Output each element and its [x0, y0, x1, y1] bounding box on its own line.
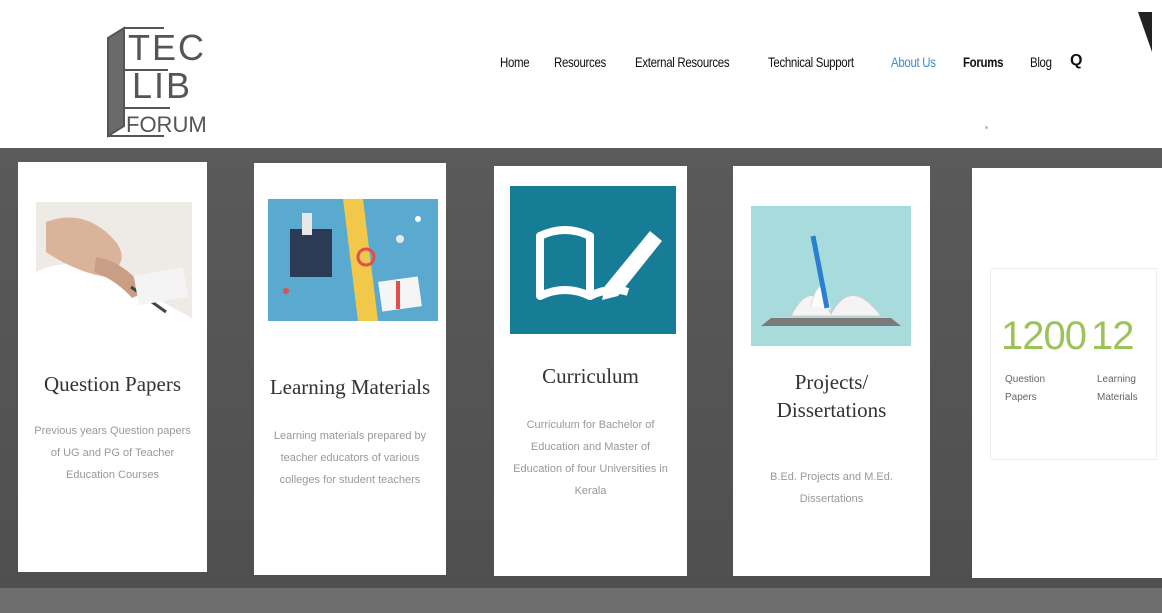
stat-question-papers-label: Question Papers — [1005, 371, 1045, 407]
logo-line-1: TEC — [128, 27, 206, 68]
question-papers-image — [36, 202, 192, 318]
desc-line: Learning materials prepared by — [273, 430, 427, 442]
site-logo[interactable]: TEC LIB FORUM — [104, 8, 214, 148]
desc-line: Education and Master of — [530, 441, 651, 453]
stat-learning-materials-count: 12 — [1091, 314, 1134, 358]
logo-line-3: FORUM — [126, 112, 207, 137]
card-projects-dissertations[interactable]: Projects/ Dissertations B.Ed. Projects a… — [733, 166, 930, 576]
scan-dot — [985, 126, 988, 129]
nav-external-resources[interactable]: External Resources — [635, 54, 730, 70]
card-title[interactable]: Question Papers — [18, 370, 207, 398]
book-stack-logo-icon: TEC LIB FORUM — [107, 26, 207, 138]
card-stats: 1200 12 Question Papers Learning Materia… — [972, 168, 1162, 578]
card-description: Learning materials prepared by teacher e… — [266, 425, 434, 491]
nav-resources[interactable]: Resources — [554, 54, 606, 70]
desc-line: Kerala — [574, 485, 607, 497]
search-icon[interactable]: Q — [1070, 52, 1082, 70]
curriculum-image — [510, 186, 676, 334]
card-description: Previous years Question papers of UG and… — [30, 420, 195, 486]
desc-line: Curriculum for Bachelor of — [526, 419, 655, 431]
projects-image — [751, 206, 911, 346]
card-curriculum[interactable]: Curriculum Curriculum for Bachelor of Ed… — [494, 166, 687, 576]
card-title[interactable]: Learning Materials — [254, 373, 446, 401]
stat-learning-materials-label: Learning Materials — [1097, 371, 1138, 407]
desc-line: Education Courses — [66, 469, 159, 481]
desc-line: B.Ed. Projects and M.Ed. — [770, 471, 893, 483]
nav-blog[interactable]: Blog — [1030, 54, 1052, 70]
stat-label-line: Papers — [1005, 392, 1037, 403]
nav-technical-support[interactable]: Technical Support — [768, 54, 854, 70]
content-band-bottom — [0, 588, 1162, 613]
site-header: TEC LIB FORUM Home Resources External Re… — [0, 0, 1162, 148]
nav-forums[interactable]: Forums — [963, 54, 1003, 70]
stat-label-line: Materials — [1097, 392, 1138, 403]
nav-home[interactable]: Home — [500, 54, 530, 70]
stat-question-papers-count: 1200 — [1001, 314, 1087, 358]
logo-line-2: LIB — [132, 65, 192, 106]
open-book-pencil-icon — [510, 186, 676, 334]
desc-line: of UG and PG of Teacher — [50, 447, 175, 459]
stats-box: 1200 12 Question Papers Learning Materia… — [990, 268, 1157, 460]
corner-triangle-icon — [1138, 12, 1152, 52]
card-title[interactable]: Projects/ Dissertations — [733, 368, 930, 424]
card-description: Curriculum for Bachelor of Education and… — [506, 414, 675, 502]
desc-line: Previous years Question papers — [34, 425, 191, 437]
card-question-papers[interactable]: Question Papers Previous years Question … — [18, 162, 207, 572]
desc-line: colleges for student teachers — [279, 474, 421, 486]
title-line: Projects/ — [794, 370, 869, 394]
main-nav: Home Resources External Resources Techni… — [500, 50, 1074, 74]
card-description: B.Ed. Projects and M.Ed. Dissertations — [745, 466, 918, 510]
desc-line: teacher educators of various — [280, 452, 420, 464]
desc-line: Education of four Universities in — [513, 463, 668, 475]
learning-materials-image — [268, 199, 438, 321]
stat-label-line: Question — [1005, 374, 1046, 385]
nav-about-us[interactable]: About Us — [891, 54, 936, 70]
desc-line: Dissertations — [799, 493, 864, 505]
card-learning-materials[interactable]: Learning Materials Learning materials pr… — [254, 163, 446, 575]
stat-label-line: Learning — [1097, 374, 1136, 385]
card-title[interactable]: Curriculum — [494, 362, 687, 390]
title-line: Dissertations — [776, 398, 887, 422]
